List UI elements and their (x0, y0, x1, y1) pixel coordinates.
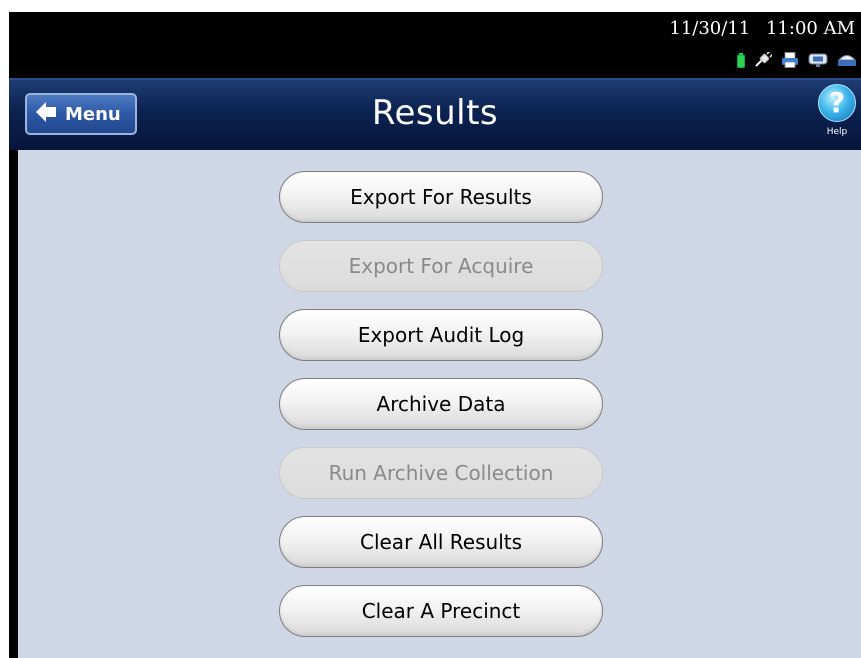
export-audit-log-button[interactable]: Export Audit Log (279, 309, 603, 361)
status-bar: 11/30/11 11:00 AM (9, 12, 861, 78)
power-plug-icon (754, 52, 772, 68)
status-date: 11/30/11 (669, 18, 751, 39)
help-button[interactable]: ? Help (817, 84, 857, 148)
network-icon (808, 52, 828, 68)
status-time: 11:00 AM (765, 18, 855, 39)
help-label: Help (826, 127, 848, 137)
export-for-results-button[interactable]: Export For Results (279, 171, 603, 223)
page-title: Results (371, 93, 499, 133)
title-bar: Menu Results ? Help (9, 78, 861, 150)
content-area: Export For Results Export For Acquire Ex… (9, 150, 861, 658)
datetime: 11/30/11 11:00 AM (669, 18, 855, 39)
clear-all-results-button[interactable]: Clear All Results (279, 516, 603, 568)
help-icon: ? (818, 84, 856, 122)
export-for-acquire-button[interactable]: Export For Acquire (279, 240, 603, 292)
battery-icon (737, 52, 745, 68)
archive-data-button[interactable]: Archive Data (279, 378, 603, 430)
run-archive-collection-button[interactable]: Run Archive Collection (279, 447, 603, 499)
printer-icon (781, 52, 799, 68)
media-icon (837, 52, 857, 68)
status-icons (737, 52, 857, 68)
clear-a-precinct-button[interactable]: Clear A Precinct (279, 585, 603, 637)
